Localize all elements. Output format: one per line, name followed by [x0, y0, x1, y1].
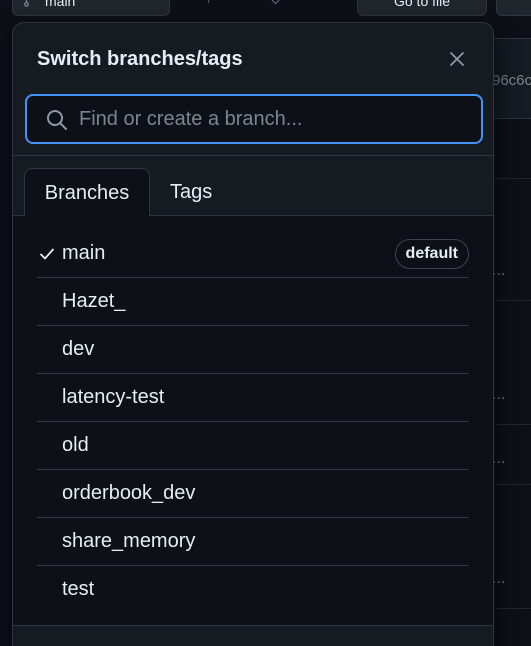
branch-item-main[interactable]: main default: [37, 230, 469, 278]
branches-count-icon: ⑂: [204, 0, 214, 8]
dialog-footer: [13, 626, 493, 646]
go-to-file-label: Go to file: [393, 0, 451, 9]
branch-tag-tabs: Branches Tags: [13, 168, 493, 217]
page: main ⑂ ⬦ Go to file 96c6c ... ... ... ..…: [0, 0, 531, 646]
tab-tags-label: Tags: [170, 180, 213, 203]
branch-item-hazet[interactable]: Hazet_: [37, 278, 469, 326]
branch-search-input[interactable]: [79, 102, 469, 136]
default-badge: default: [394, 239, 469, 269]
branch-item-test[interactable]: test: [37, 566, 469, 614]
branch-name: main: [62, 242, 106, 264]
close-button[interactable]: [439, 43, 475, 79]
row-ellipsis: ...: [492, 262, 506, 279]
branch-name: dev: [62, 338, 95, 360]
branch-switcher-dialog: Switch branches/tags Branches Tags: [12, 22, 494, 646]
check-icon: [39, 247, 55, 261]
branch-name: Hazet_: [62, 290, 126, 312]
commit-hash: 96c6c: [492, 72, 531, 89]
search-icon: [45, 108, 69, 132]
branch-item-orderbook-dev[interactable]: orderbook_dev: [37, 470, 469, 518]
row-ellipsis: ...: [492, 386, 506, 403]
row-ellipsis: ...: [492, 450, 506, 467]
branch-item-dev[interactable]: dev: [37, 326, 469, 374]
branch-item-latency-test[interactable]: latency-test: [37, 374, 469, 422]
tag-icon: ⬦: [270, 0, 281, 8]
branch-button-label: main: [45, 0, 76, 9]
branch-item-old[interactable]: old: [37, 422, 469, 470]
add-file-button[interactable]: [496, 0, 531, 16]
git-branch-icon: [23, 0, 37, 10]
tab-underline: [13, 215, 24, 216]
branch-name: old: [62, 434, 89, 456]
branch-name: test: [62, 578, 95, 600]
row-ellipsis: ...: [492, 570, 506, 587]
branch-select-button[interactable]: main: [12, 0, 170, 16]
tab-branches[interactable]: Branches: [24, 168, 150, 217]
branch-list: main default Hazet_ dev latency-test old…: [37, 230, 469, 614]
branch-name: orderbook_dev: [62, 482, 196, 504]
dialog-title: Switch branches/tags: [37, 48, 243, 70]
x-icon: [449, 51, 465, 72]
search-divider: [13, 155, 493, 156]
branch-name: share_memory: [62, 530, 196, 552]
branch-name: latency-test: [62, 386, 165, 408]
branch-search-box[interactable]: [25, 94, 483, 144]
tab-tags[interactable]: Tags: [150, 168, 232, 216]
go-to-file-button[interactable]: Go to file: [357, 0, 487, 16]
branch-item-share-memory[interactable]: share_memory: [37, 518, 469, 566]
dialog-header: Switch branches/tags: [13, 23, 493, 91]
tab-branches-label: Branches: [44, 181, 130, 204]
tab-underline: [150, 215, 493, 216]
